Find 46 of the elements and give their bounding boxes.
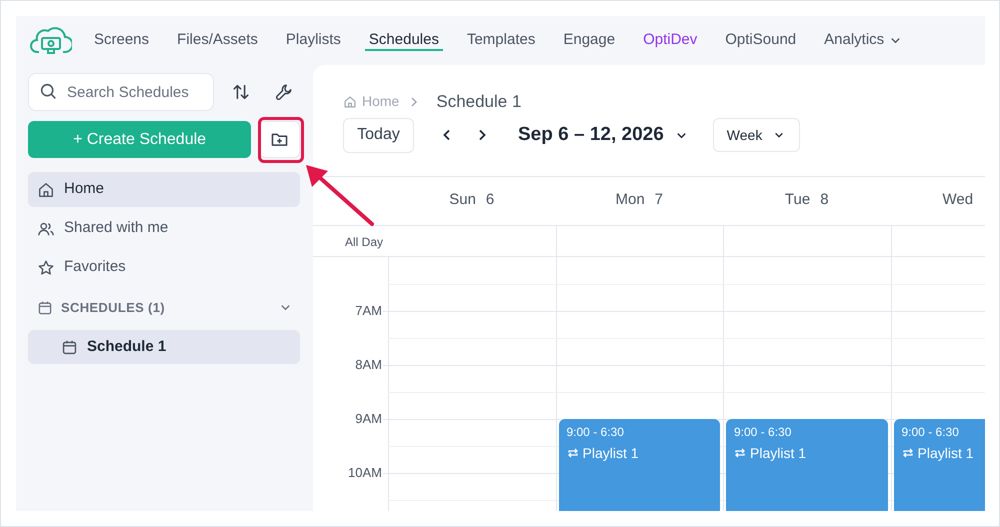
pointer-arrow — [304, 163, 376, 227]
hour-label: 10AM — [347, 464, 383, 480]
day-header: Wed — [942, 190, 974, 210]
repeat-icon — [902, 447, 914, 459]
repeat-icon — [734, 447, 746, 459]
new-folder-button[interactable] — [259, 121, 300, 158]
page-title: Schedule 1 — [436, 91, 522, 113]
nav-tab[interactable]: Analytics — [810, 16, 916, 64]
nav-tab[interactable]: OptiSound — [711, 16, 810, 64]
cloud-logo-icon[interactable] — [30, 25, 72, 55]
nav-tab[interactable]: Playlists — [272, 16, 355, 64]
calendar-icon — [37, 300, 53, 316]
search-field[interactable]: Search Schedules — [28, 73, 214, 111]
chevron-right-icon — [409, 96, 420, 107]
repeat-icon — [566, 447, 578, 459]
calendar-icon — [61, 338, 78, 356]
sort-icon[interactable] — [232, 83, 250, 101]
schedule-item[interactable]: Schedule 1 — [28, 330, 300, 364]
day-header: Tue 8 — [784, 190, 830, 210]
day-header: Sun 6 — [448, 190, 496, 210]
nav-tab[interactable]: Screens — [80, 16, 164, 64]
chevron-down-icon — [774, 130, 784, 140]
home-icon — [37, 180, 55, 198]
hour-label: 8AM — [354, 356, 383, 372]
nav-tab[interactable]: Templates — [452, 16, 550, 64]
hour-label: 9AM — [354, 410, 383, 426]
view-dropdown[interactable]: Week — [712, 118, 800, 152]
home-icon — [343, 94, 357, 109]
today-button[interactable]: Today — [343, 118, 414, 152]
wrench-icon[interactable] — [275, 83, 293, 101]
sidebar-item[interactable]: Shared with me — [28, 211, 300, 246]
sidebar-item[interactable]: Favorites — [28, 250, 300, 285]
star-icon — [37, 258, 55, 276]
nav-tab[interactable]: OptiDev — [629, 16, 712, 64]
highlight-frame — [258, 117, 304, 163]
section-header[interactable]: SCHEDULES (1) — [28, 290, 300, 325]
search-icon — [40, 83, 57, 100]
folder-plus-icon — [271, 132, 288, 147]
nav-tab[interactable]: Files/Assets — [163, 16, 272, 64]
date-range-title[interactable]: Sep 6 – 12, 2026 — [518, 120, 664, 150]
day-header: Mon 7 — [614, 190, 664, 210]
nav-tab[interactable]: Engage — [549, 16, 630, 64]
all-day-label: All Day — [344, 234, 383, 250]
nav-tab[interactable]: Schedules — [354, 16, 453, 64]
chevron-down-icon — [280, 302, 291, 313]
sidebar-item[interactable]: Home — [28, 172, 300, 207]
